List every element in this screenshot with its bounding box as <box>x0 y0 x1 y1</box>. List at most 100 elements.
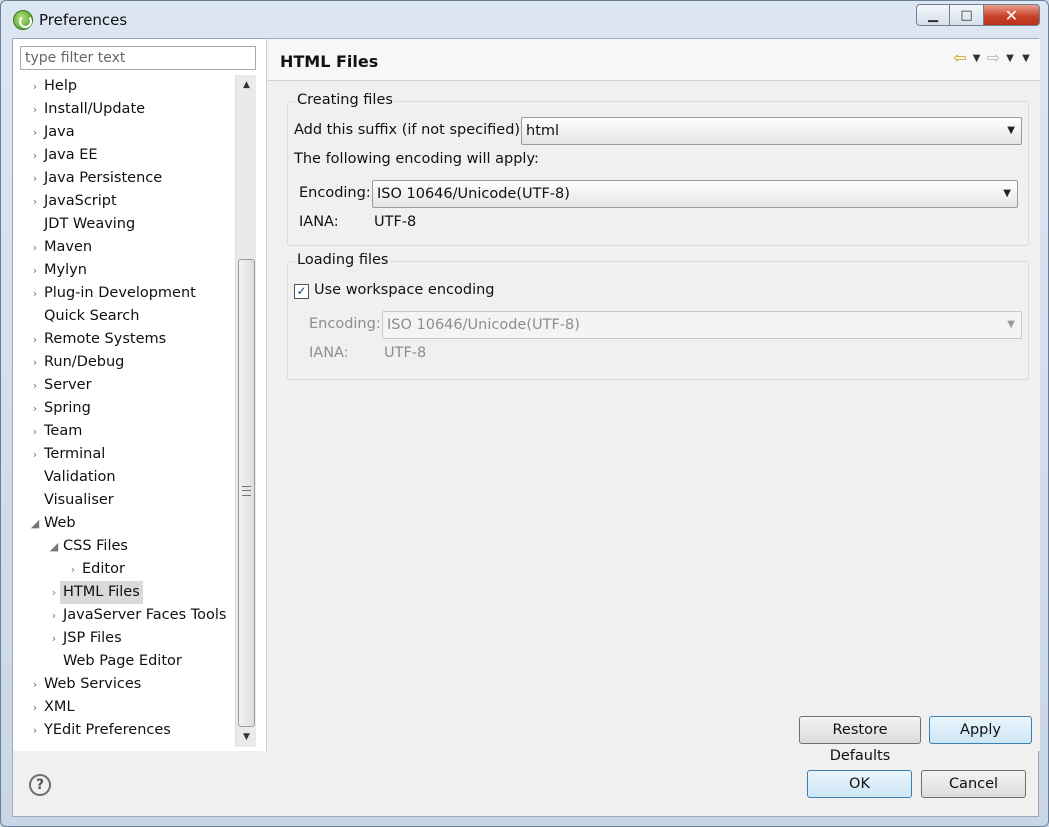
tree-item[interactable]: › Install/Update <box>13 98 235 121</box>
expand-twisty-icon[interactable]: › <box>29 719 41 742</box>
tree-item-label: Quick Search <box>44 308 140 324</box>
tree-scrollbar[interactable]: ▲ ▼ <box>235 75 256 747</box>
help-icon[interactable]: ? <box>29 774 51 796</box>
expand-twisty-icon[interactable]: › <box>48 581 60 604</box>
tree-item[interactable]: Validation <box>13 466 235 489</box>
tree-item-label: HTML Files <box>60 581 143 604</box>
tree-item[interactable]: › Help <box>13 75 235 98</box>
workspace-encoding-checkbox[interactable]: ✓ <box>294 284 309 299</box>
tree-item[interactable]: JDT Weaving <box>13 213 235 236</box>
expand-twisty-icon[interactable]: › <box>48 604 60 627</box>
collapse-twisty-icon[interactable]: ◢ <box>29 512 41 535</box>
expand-twisty-icon[interactable]: › <box>29 443 41 466</box>
expand-twisty-icon[interactable]: › <box>29 144 41 167</box>
tree-item[interactable]: › HTML Files <box>13 581 235 604</box>
scroll-grip-icon <box>242 486 251 496</box>
expand-twisty-icon[interactable]: › <box>29 121 41 144</box>
back-history-dropdown-icon[interactable]: ▼ <box>971 53 983 64</box>
tree-item[interactable]: › Team <box>13 420 235 443</box>
page-title: HTML Files <box>280 52 379 71</box>
tree-item[interactable]: › Mylyn <box>13 259 235 282</box>
tree-item[interactable]: ◢ Web <box>13 512 235 535</box>
title-bar[interactable]: Preferences ▁ □ ✕ <box>1 1 1048 39</box>
scroll-down-arrow-icon[interactable]: ▼ <box>236 727 257 747</box>
tree-item[interactable]: ◢ CSS Files <box>13 535 235 558</box>
tree-item[interactable]: › Spring <box>13 397 235 420</box>
forward-history-dropdown-icon[interactable]: ▼ <box>1004 53 1016 64</box>
tree-item[interactable]: › Java EE <box>13 144 235 167</box>
expand-twisty-icon[interactable]: › <box>29 75 41 98</box>
workspace-encoding-label[interactable]: Use workspace encoding <box>314 282 495 298</box>
forward-arrow-icon[interactable]: ⇨ <box>987 49 1000 67</box>
tree-item-label: Web <box>44 515 76 531</box>
expand-twisty-icon <box>48 650 60 673</box>
suffix-combo[interactable]: html ▼ <box>521 117 1022 145</box>
tree-item[interactable]: Visualiser <box>13 489 235 512</box>
expand-twisty-icon[interactable]: › <box>29 673 41 696</box>
tree-item[interactable]: › YEdit Preferences <box>13 719 235 742</box>
tree-item[interactable]: › Remote Systems <box>13 328 235 351</box>
encoding-combo[interactable]: ISO 10646/Unicode(UTF-8) ▼ <box>372 180 1018 208</box>
tree-item-label: CSS Files <box>63 538 128 554</box>
expand-twisty-icon <box>29 305 41 328</box>
tree-item[interactable]: › Editor <box>13 558 235 581</box>
back-arrow-icon[interactable]: ⇦ <box>953 49 966 67</box>
expand-twisty-icon[interactable]: › <box>29 328 41 351</box>
tree-item[interactable]: › XML <box>13 696 235 719</box>
tree-item-label: Plug-in Development <box>44 285 196 301</box>
loading-iana-value: UTF-8 <box>384 345 427 361</box>
ok-button[interactable]: OK <box>807 770 912 798</box>
loading-iana-label: IANA: <box>309 345 349 361</box>
checkmark-icon: ✓ <box>296 284 307 298</box>
cancel-button[interactable]: Cancel <box>921 770 1026 798</box>
expand-twisty-icon[interactable]: › <box>29 696 41 719</box>
expand-twisty-icon[interactable]: › <box>67 558 79 581</box>
tree-item[interactable]: › JavaServer Faces Tools <box>13 604 235 627</box>
tree-item[interactable]: › Terminal <box>13 443 235 466</box>
tree-item[interactable]: › Java Persistence <box>13 167 235 190</box>
view-menu-icon[interactable]: ▼ <box>1020 53 1032 64</box>
expand-twisty-icon[interactable]: › <box>29 282 41 305</box>
tree-item[interactable]: › Server <box>13 374 235 397</box>
loading-encoding-label: Encoding: <box>309 316 381 332</box>
scroll-up-arrow-icon[interactable]: ▲ <box>236 75 257 95</box>
tree-item-label: YEdit Preferences <box>44 722 171 738</box>
tree-item[interactable]: Quick Search <box>13 305 235 328</box>
expand-twisty-icon[interactable]: › <box>29 167 41 190</box>
tree-item[interactable]: › Maven <box>13 236 235 259</box>
apply-button[interactable]: Apply <box>929 716 1032 744</box>
expand-twisty-icon <box>29 466 41 489</box>
collapse-twisty-icon[interactable]: ◢ <box>48 535 60 558</box>
tree-item[interactable]: › Web Services <box>13 673 235 696</box>
minimize-button[interactable]: ▁ <box>916 4 950 26</box>
page-header: HTML Files ⇦ ▼ ⇨ ▼ ▼ <box>268 39 1040 81</box>
tree-item[interactable]: › Plug-in Development <box>13 282 235 305</box>
scroll-thumb[interactable] <box>238 259 255 727</box>
expand-twisty-icon[interactable]: › <box>29 351 41 374</box>
loading-encoding-combo[interactable]: ISO 10646/Unicode(UTF-8) ▼ <box>382 311 1022 339</box>
window-title: Preferences <box>39 11 128 29</box>
close-button[interactable]: ✕ <box>984 4 1040 26</box>
iana-value: UTF-8 <box>374 214 417 230</box>
maximize-button[interactable]: □ <box>950 4 984 26</box>
tree-item-label: Java Persistence <box>44 170 163 186</box>
chevron-down-icon: ▼ <box>1003 188 1011 199</box>
expand-twisty-icon[interactable]: › <box>29 259 41 282</box>
expand-twisty-icon[interactable]: › <box>29 397 41 420</box>
expand-twisty-icon[interactable]: › <box>29 190 41 213</box>
tree-item[interactable]: › Java <box>13 121 235 144</box>
expand-twisty-icon[interactable]: › <box>48 627 60 650</box>
preference-tree-pane: ›Help›Install/Update›Java›Java EE›Java P… <box>13 39 267 751</box>
expand-twisty-icon[interactable]: › <box>29 236 41 259</box>
preference-page: HTML Files ⇦ ▼ ⇨ ▼ ▼ Creating files Add … <box>268 39 1040 764</box>
expand-twisty-icon <box>29 213 41 236</box>
tree-item[interactable]: Web Page Editor <box>13 650 235 673</box>
expand-twisty-icon[interactable]: › <box>29 374 41 397</box>
expand-twisty-icon[interactable]: › <box>29 98 41 121</box>
restore-defaults-button[interactable]: Restore Defaults <box>799 716 921 764</box>
tree-item[interactable]: › Run/Debug <box>13 351 235 374</box>
tree-item[interactable]: › JavaScript <box>13 190 235 213</box>
filter-input[interactable] <box>20 46 256 70</box>
expand-twisty-icon[interactable]: › <box>29 420 41 443</box>
tree-item[interactable]: › JSP Files <box>13 627 235 650</box>
